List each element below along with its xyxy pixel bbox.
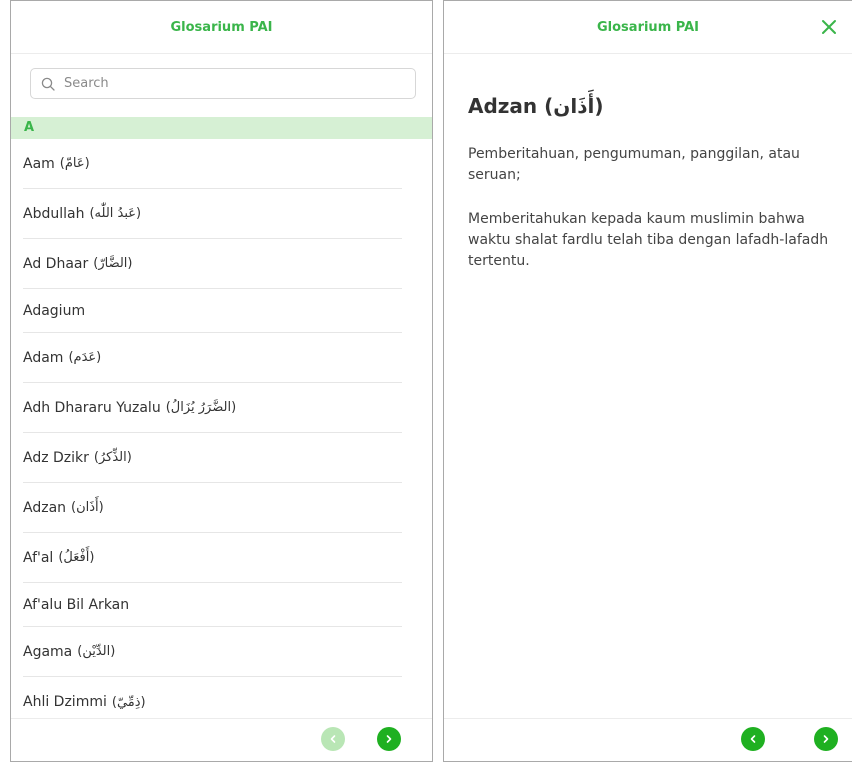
search-box[interactable] — [30, 68, 416, 99]
list-item[interactable]: Abdullah (عَبدُ اللّٰه) — [23, 189, 402, 239]
list-footer — [11, 718, 432, 761]
next-entry-button[interactable] — [814, 727, 838, 751]
term-arabic: (عَدَم) — [68, 350, 102, 365]
list-item[interactable]: Af'al (أَفْعَلُ) — [23, 533, 402, 583]
term-arabic: (الدِّيْن) — [77, 644, 116, 659]
chevron-right-icon — [386, 735, 392, 743]
list-item[interactable]: Agama (الدِّيْن) — [23, 627, 402, 677]
search-input[interactable] — [62, 75, 396, 92]
list-item[interactable]: Aam (عَامّ) — [23, 139, 402, 189]
term-name: Ahli Dzimmi — [23, 694, 107, 710]
term-list: Aam (عَامّ) Abdullah (عَبدُ اللّٰه) Ad D… — [11, 139, 432, 727]
term-name: Aam — [23, 155, 55, 172]
list-item[interactable]: Ad Dhaar (الضَّارّ) — [23, 239, 402, 289]
list-item[interactable]: Adh Dhararu Yuzalu (الضَّرَرُ يُزَالُ) — [23, 383, 402, 433]
list-item[interactable]: Adam (عَدَم) — [23, 333, 402, 383]
term-arabic: (الضَّارّ) — [93, 256, 133, 271]
term-arabic: (أَفْعَلُ) — [58, 550, 95, 565]
term-name: Af'alu Bil Arkan — [23, 596, 130, 613]
search-icon — [41, 77, 55, 91]
term-arabic: (عَامّ) — [59, 156, 90, 171]
chevron-right-icon — [823, 735, 829, 743]
page-title: Glosarium PAI — [597, 19, 699, 35]
term-arabic: (ذِمِّيّ) — [111, 694, 146, 710]
section-header-a: A — [11, 117, 432, 139]
list-item[interactable]: Af'alu Bil Arkan — [23, 583, 402, 627]
term-arabic: (الضَّرَرُ يُزَالُ) — [165, 400, 237, 415]
list-item[interactable]: Adagium — [23, 289, 402, 333]
term-name: Af'al — [23, 549, 54, 566]
definition-text: Memberitahukan kepada kaum muslimin bahw… — [468, 211, 829, 269]
term-name: Agama — [23, 643, 73, 660]
term-arabic: (الذِّكرُ) — [93, 450, 132, 465]
page-title: Glosarium PAI — [170, 19, 273, 35]
term-arabic: (أَذَان) — [71, 500, 104, 515]
entry-title: Adzan (أَذَان) — [468, 94, 604, 118]
term-arabic: (عَبدُ اللّٰه) — [89, 206, 142, 221]
definition-text: Pemberitahuan, pengumuman, panggilan, at… — [468, 146, 800, 183]
term-name: Ad Dhaar — [23, 255, 89, 272]
detail-footer — [444, 718, 852, 761]
prev-entry-button[interactable] — [741, 727, 765, 751]
term-name: Adh Dhararu Yuzalu — [23, 399, 161, 416]
chevron-left-icon — [750, 735, 756, 743]
term-name: Abdullah — [23, 205, 85, 222]
list-item[interactable]: Adzan (أَذَان) — [23, 483, 402, 533]
glossary-list-panel: Glosarium PAI A Aam (عَامّ) Abdullah (عَ… — [10, 0, 433, 762]
list-header: Glosarium PAI — [11, 1, 432, 54]
chevron-left-icon — [330, 735, 336, 743]
next-page-button[interactable] — [377, 727, 401, 751]
close-icon[interactable] — [818, 16, 840, 38]
prev-page-button[interactable] — [321, 727, 345, 751]
term-name: Adagium — [23, 302, 86, 319]
term-name: Adam — [23, 349, 64, 366]
list-item[interactable]: Adz Dzikr (الذِّكرُ) — [23, 433, 402, 483]
detail-header: Glosarium PAI — [444, 1, 852, 54]
term-name: Adz Dzikr — [23, 449, 89, 466]
term-name: Adzan — [23, 499, 67, 516]
glossary-detail-panel: Glosarium PAI Adzan (أَذَان) Pemberitahu… — [443, 0, 852, 762]
